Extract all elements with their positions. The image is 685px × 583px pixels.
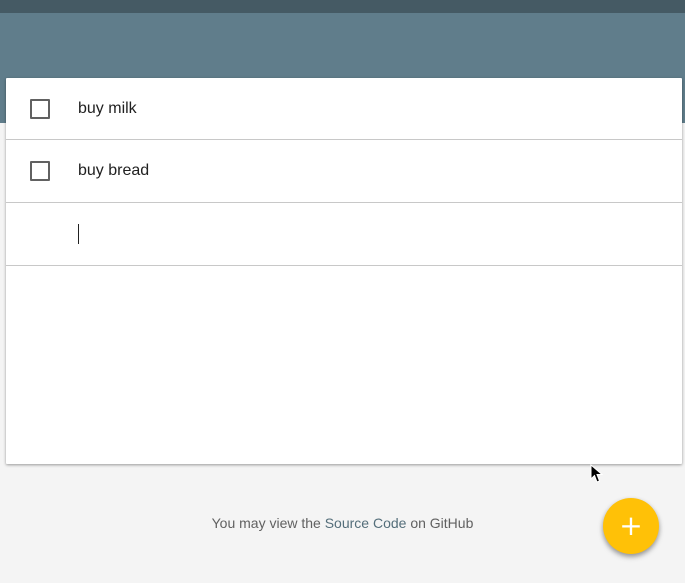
footer-suffix: on GitHub	[406, 515, 474, 531]
todo-list-card: buy milk buy bread	[6, 78, 682, 464]
footer-prefix: You may view the	[211, 515, 325, 531]
footer-text: You may view the Source Code on GitHub	[0, 515, 685, 531]
todo-item: buy bread	[6, 140, 682, 203]
todo-item: buy milk	[6, 78, 682, 140]
app-page: buy milk buy bread You may view the Sour…	[0, 0, 685, 583]
text-caret	[78, 224, 79, 244]
todo-checkbox[interactable]	[30, 161, 50, 181]
add-todo-button[interactable]: +	[603, 498, 659, 554]
status-bar	[0, 0, 685, 13]
new-todo-input[interactable]	[78, 222, 658, 246]
plus-icon: +	[619, 509, 643, 542]
todo-checkbox[interactable]	[30, 98, 50, 119]
new-todo-row	[6, 203, 682, 266]
todo-item-label[interactable]: buy milk	[78, 100, 137, 118]
source-code-link[interactable]: Source Code	[325, 515, 407, 531]
todo-item-label[interactable]: buy bread	[78, 162, 149, 180]
mouse-cursor-icon	[590, 464, 604, 483]
